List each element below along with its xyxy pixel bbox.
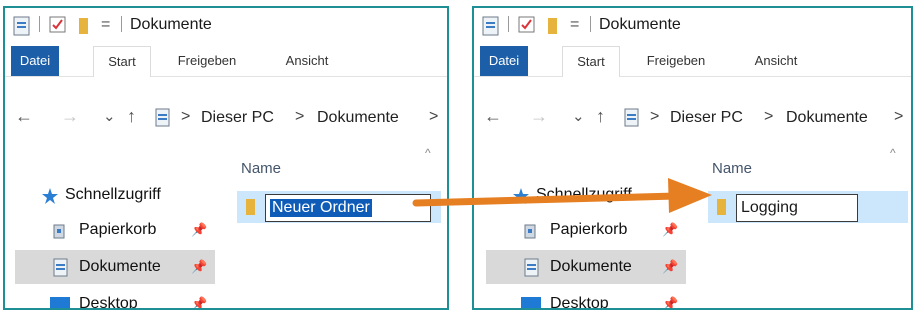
transition-arrow-icon [412, 178, 712, 213]
